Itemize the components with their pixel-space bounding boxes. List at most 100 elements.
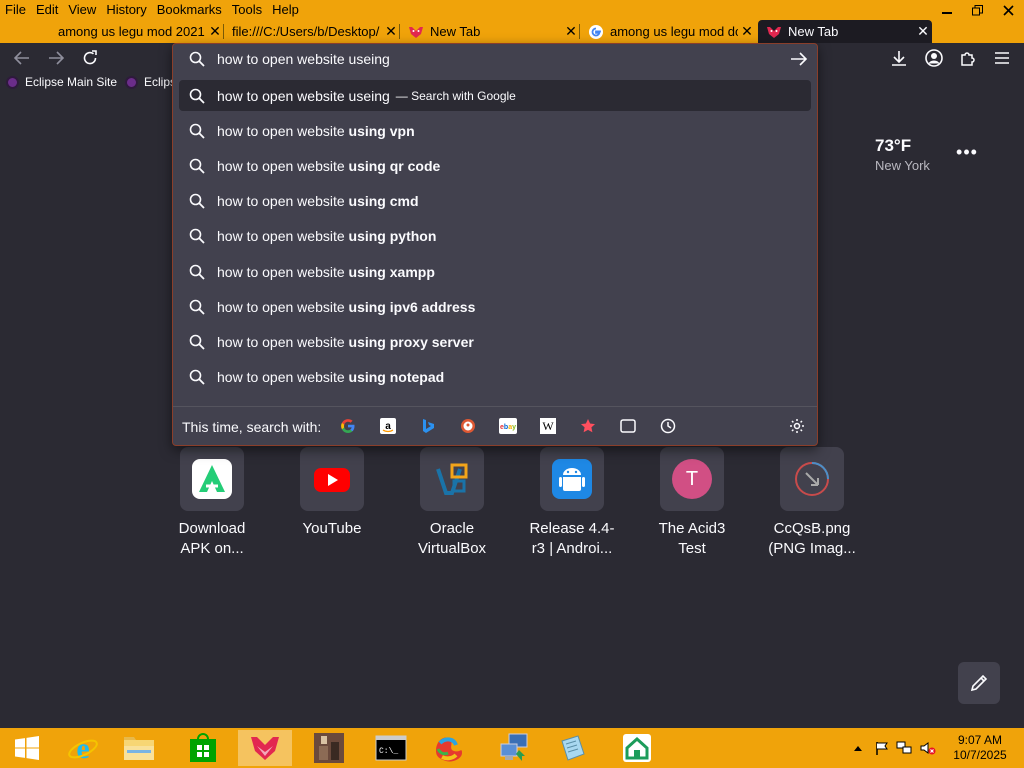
restore-button[interactable] [962,0,993,20]
top-site-oracle-virtualbox[interactable]: Oracle VirtualBox [397,447,507,559]
search-settings-button[interactable] [788,417,806,435]
engine-duckduckgo-button[interactable] [459,417,477,435]
tab-1[interactable]: among us legu mod 2021 c ✕ [38,20,224,43]
go-arrow-icon[interactable] [789,50,809,68]
menu-edit[interactable]: Edit [31,0,63,20]
system-clock[interactable]: 9:07 AM 10/7/2025 [948,733,1012,763]
engine-bing-button[interactable] [419,417,437,435]
tab-2[interactable]: file:///C:/Users/b/Desktop/ ✕ [224,20,400,43]
tray-action-center[interactable] [874,740,890,756]
tray-network[interactable] [896,740,912,756]
history-search-button[interactable] [659,417,677,435]
menu-tools[interactable]: Tools [227,0,267,20]
tabs-search-button[interactable] [619,417,637,435]
top-site-release-android[interactable]: Release 4.4- r3 | Androi... [517,447,627,559]
bookmark-eclipse[interactable]: Eclips [125,74,176,90]
taskbar-file-explorer[interactable] [112,730,166,766]
customize-button[interactable] [958,662,1000,704]
menu-bar: File Edit View History Bookmarks Tools H… [0,0,1024,20]
weather-temperature: 73°F [875,136,912,155]
menu-history[interactable]: History [101,0,151,20]
gear-icon [790,419,804,433]
taskbar-internet-explorer[interactable]: e [56,730,110,766]
flag-icon [876,742,888,755]
suggestion-completion: using notepad [348,369,445,386]
colorful-app-icon [436,737,462,762]
suggestion-row[interactable]: how to open website using qr code [179,150,811,181]
suggestion-typed-text: how to open website [217,263,349,280]
clock-date: 10/7/2025 [953,748,1007,762]
taskbar-command-prompt[interactable]: C:\_ [364,730,418,766]
tab-close-button[interactable]: ✕ [738,23,756,40]
taskbar-colorful-app[interactable] [422,730,476,766]
weather-widget[interactable]: 73°F New York [875,136,930,173]
bookmarks-search-button[interactable] [579,417,597,435]
taskbar-home-app[interactable] [610,730,664,766]
close-icon [1003,4,1014,16]
tab-close-button[interactable]: ✕ [382,23,400,40]
tab-close-button[interactable]: ✕ [562,23,580,40]
suggestion-row[interactable]: how to open website using notepad [179,362,811,393]
restore-icon [972,4,983,15]
minimize-button[interactable] [931,0,962,20]
puzzle-icon [961,52,975,66]
taskbar-browser-active[interactable] [238,730,292,766]
engine-wikipedia-button[interactable]: W [539,417,557,435]
show-hidden-icons-button[interactable] [850,740,866,756]
taskbar-game-app[interactable] [302,730,356,766]
menu-file[interactable]: File [0,0,31,20]
start-button[interactable] [0,730,54,766]
urlbar-input[interactable] [217,49,777,69]
menu-bookmarks[interactable]: Bookmarks [152,0,227,20]
extensions-button[interactable] [955,47,981,69]
reload-button[interactable] [77,47,103,69]
suggestion-row[interactable]: how to open website using vpn [179,115,811,146]
taskbar-store[interactable] [176,730,230,766]
suggestion-completion: using cmd [348,193,419,210]
hamburger-icon [995,52,1009,64]
menu-help[interactable]: Help [267,0,304,20]
taskbar-notebook-app[interactable] [546,730,600,766]
menu-view[interactable]: View [63,0,101,20]
engine-google-button[interactable] [339,417,357,435]
engine-amazon-button[interactable]: a [379,417,397,435]
chevron-up-icon [854,746,862,751]
search-icon [189,158,205,174]
store-icon [190,733,216,762]
suggestion-row[interactable]: how to open website using proxy server [179,326,811,357]
ebay-icon: ebay [499,418,517,434]
search-icon [189,264,205,280]
volume-muted-icon [920,742,936,755]
top-site-download-apk[interactable]: Download APK on... [157,447,267,559]
suggestion-row[interactable]: how to open website using python [179,221,811,252]
top-site-ccqsb-png[interactable]: CcQsB.png (PNG Imag... [757,447,867,559]
svg-text:a: a [385,421,391,432]
suggestion-row[interactable]: how to open website using xampp [179,256,811,287]
downloads-button[interactable] [886,47,912,69]
engine-ebay-button[interactable]: ebay [499,417,517,435]
folder-icon [124,737,154,760]
top-site-acid3-test[interactable]: T The Acid3 Test [637,447,747,559]
tab-close-button[interactable]: ✕ [914,23,932,40]
tab-close-button[interactable]: ✕ [206,23,224,40]
tab-5-active[interactable]: New Tab ✕ [758,20,932,43]
top-site-youtube[interactable]: YouTube [277,447,387,539]
browser-icon [251,737,279,760]
forward-button[interactable] [43,47,69,69]
taskbar-network-app[interactable] [488,730,542,766]
back-button[interactable] [9,47,35,69]
tab-4[interactable]: among us legu mod dc ✕ [580,20,756,43]
suggestion-row[interactable]: how to open website using cmd [179,186,811,217]
tray-volume-muted[interactable] [920,740,936,756]
suggestion-typed-text: how to open website useing [217,87,390,104]
weather-options-button[interactable]: ••• [956,142,978,162]
close-window-button[interactable] [993,0,1024,20]
app-menu-button[interactable] [989,47,1015,69]
top-site-tile [540,447,604,511]
bookmark-eclipse-main-site[interactable]: Eclipse Main Site [6,74,117,90]
suggestion-row[interactable]: how to open website useing — Search with … [179,80,811,111]
suggestion-row[interactable]: how to open website using ipv6 address [179,291,811,322]
tab-3[interactable]: New Tab ✕ [400,20,580,43]
top-site-label: CcQsB.png (PNG Imag... [768,520,856,557]
account-button[interactable] [921,47,947,69]
